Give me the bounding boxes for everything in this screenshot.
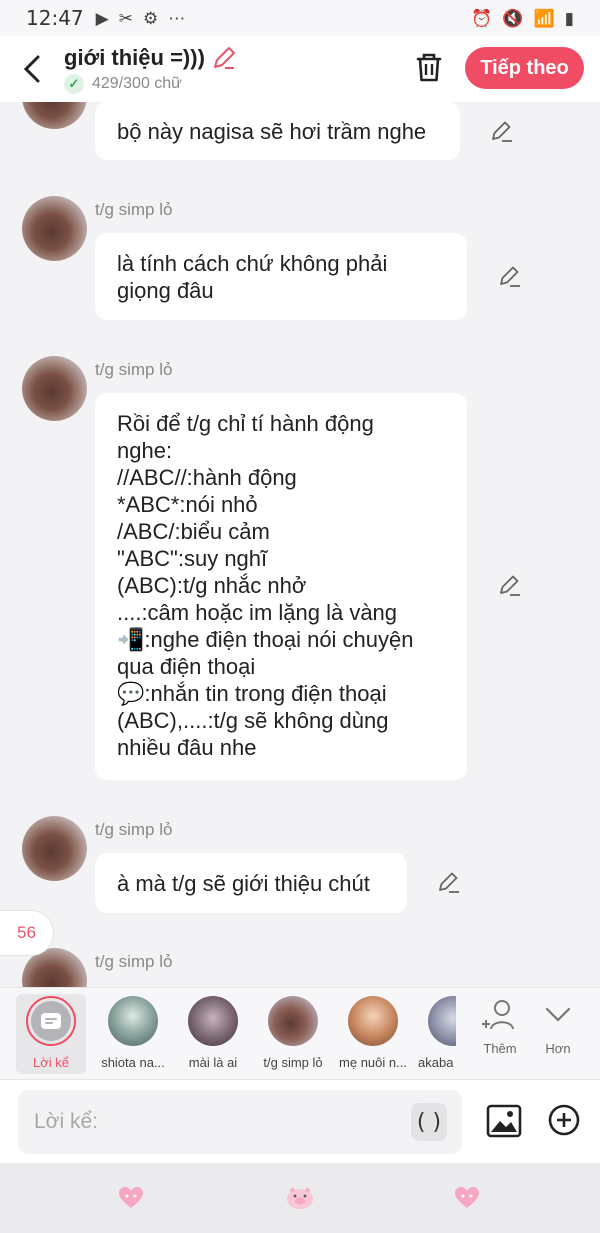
check-icon: ✓	[64, 73, 84, 94]
message-line: //ABC//:hành động	[117, 465, 297, 490]
message-bubble[interactable]: bộ này nagisa sẽ hơi trầm nghe	[95, 102, 460, 160]
add-user-icon	[482, 1000, 514, 1030]
avatar[interactable]	[22, 816, 87, 881]
narrator-icon	[41, 1013, 61, 1029]
character-item[interactable]: akaba	[414, 994, 456, 1070]
alarm-icon: ⏰	[471, 8, 493, 28]
message-line: *ABC*:nói nhỏ	[117, 492, 258, 517]
message-line: là tính cách chứ không phải	[117, 251, 388, 276]
character-avatar	[348, 996, 398, 1046]
character-narrator[interactable]: Lời kể	[16, 994, 86, 1074]
character-name: mẹ nuôi n...	[339, 1055, 407, 1070]
message-line: nhiều đâu nhe	[117, 735, 257, 760]
edit-title-icon[interactable]	[211, 45, 237, 71]
message-line: nghe:	[117, 438, 173, 463]
chevron-down-icon	[545, 1007, 571, 1022]
edit-message-icon[interactable]	[497, 573, 523, 599]
character-avatar	[268, 996, 318, 1046]
message-line: qua điện thoại	[117, 654, 256, 679]
image-icon[interactable]	[486, 1104, 522, 1138]
title-area: giới thiệu =))) ✓ 429/300 chữ	[64, 45, 237, 94]
add-icon[interactable]	[548, 1104, 580, 1136]
message-input[interactable]	[18, 1090, 398, 1154]
sender-name: t/g simp lỏ	[95, 820, 173, 839]
message-line: giọng đâu	[117, 278, 214, 303]
capcut-icon: ✂	[118, 8, 133, 28]
message-line: 💬:nhắn tin trong điện thoại	[117, 681, 387, 706]
message-line: /ABC/:biểu cảm	[117, 519, 270, 544]
mute-icon: 🔇	[502, 8, 524, 28]
character-avatar	[188, 996, 238, 1046]
avatar[interactable]	[22, 196, 87, 261]
more-label: Hơn	[545, 1041, 571, 1056]
parenthesis-button[interactable]: ( )	[411, 1103, 447, 1141]
message-line: Rồi để t/g chỉ tí hành động	[117, 411, 374, 436]
message-bubble[interactable]: Rồi để t/g chỉ tí hành động nghe: //ABC/…	[95, 393, 467, 780]
more-notifications-icon: ⋯	[168, 8, 186, 28]
character-avatar	[108, 996, 158, 1046]
status-left-icons: ▶ ✂ ⚙ ⋯	[96, 10, 186, 27]
avatar[interactable]	[22, 356, 87, 421]
trash-icon[interactable]	[412, 50, 446, 84]
message-input-box: ( )	[18, 1090, 462, 1154]
next-button[interactable]: Tiếp theo	[465, 47, 584, 89]
character-avatar	[428, 996, 456, 1046]
header: giới thiệu =))) ✓ 429/300 chữ Tiếp theo	[0, 36, 600, 102]
character-name: shiota na...	[101, 1055, 165, 1070]
character-bar: Lời kể shiota na... mài là ai t/g simp l…	[0, 987, 600, 1079]
more-button[interactable]: Hơn	[530, 998, 586, 1056]
count-badge[interactable]: 56	[0, 910, 54, 956]
character-name: akaba	[418, 1055, 454, 1070]
sender-name: t/g simp lỏ	[95, 952, 173, 971]
sender-name: t/g simp lỏ	[95, 360, 173, 379]
page-title[interactable]: giới thiệu =)))	[64, 45, 205, 71]
message-bubble[interactable]: à mà t/g sẽ giới thiệu chút	[95, 853, 407, 913]
android-icon: ⚙	[142, 8, 159, 28]
character-name: Lời kể	[33, 1055, 69, 1070]
character-item[interactable]: shiota na...	[94, 994, 172, 1070]
chevron-left-icon	[23, 55, 40, 83]
status-right-icons: ⏰ 🔇 📶 ▮	[471, 10, 574, 27]
narrator-avatar	[26, 996, 76, 1046]
message-bubble[interactable]: là tính cách chứ không phải giọng đâu	[95, 233, 467, 320]
sender-name: t/g simp lỏ	[95, 200, 173, 219]
character-name: mài là ai	[188, 1055, 238, 1070]
add-label: Thêm	[483, 1041, 517, 1056]
add-character-button[interactable]: Thêm	[472, 998, 528, 1056]
edit-message-icon[interactable]	[436, 870, 462, 896]
edit-message-icon[interactable]	[489, 119, 515, 145]
message-line: ....:câm hoặc im lặng là vàng	[117, 600, 398, 625]
chat-area[interactable]: bộ này nagisa sẽ hơi trầm nghe t/g simp …	[0, 102, 600, 987]
character-item[interactable]: mài là ai	[174, 994, 252, 1070]
character-name: t/g simp lỏ	[263, 1055, 323, 1070]
message-line: bộ này nagisa sẽ hơi trầm nghe	[117, 119, 427, 144]
message-line: (ABC),....:t/g sẽ không dùng	[117, 708, 389, 733]
character-item[interactable]: t/g simp lỏ	[254, 994, 332, 1070]
sticker-bar	[0, 1163, 600, 1233]
message-line: à mà t/g sẽ giới thiệu chút	[117, 871, 370, 896]
message-line: (ABC):t/g nhắc nhở	[117, 573, 307, 598]
edit-message-icon[interactable]	[497, 264, 523, 290]
wifi-icon: 📶	[533, 8, 555, 28]
avatar[interactable]	[22, 102, 87, 129]
message-line: "ABC":suy nghĩ	[117, 546, 268, 571]
status-time: 12:47	[26, 6, 84, 30]
input-area: ( )	[0, 1079, 600, 1163]
youtube-icon: ▶	[95, 8, 109, 28]
battery-icon: ▮	[564, 8, 574, 28]
heart-sticker-icon[interactable]	[118, 1185, 144, 1211]
character-item[interactable]: mẹ nuôi n...	[334, 994, 412, 1070]
back-button[interactable]	[0, 36, 64, 102]
status-bar: 12:47 ▶ ✂ ⚙ ⋯ ⏰ 🔇 📶 ▮	[0, 0, 600, 36]
pig-sticker-icon[interactable]	[285, 1185, 315, 1211]
heart-sticker-icon[interactable]	[454, 1185, 480, 1211]
message-line: 📲:nghe điện thoại nói chuyện	[117, 627, 414, 652]
word-count: 429/300 chữ	[92, 74, 182, 92]
